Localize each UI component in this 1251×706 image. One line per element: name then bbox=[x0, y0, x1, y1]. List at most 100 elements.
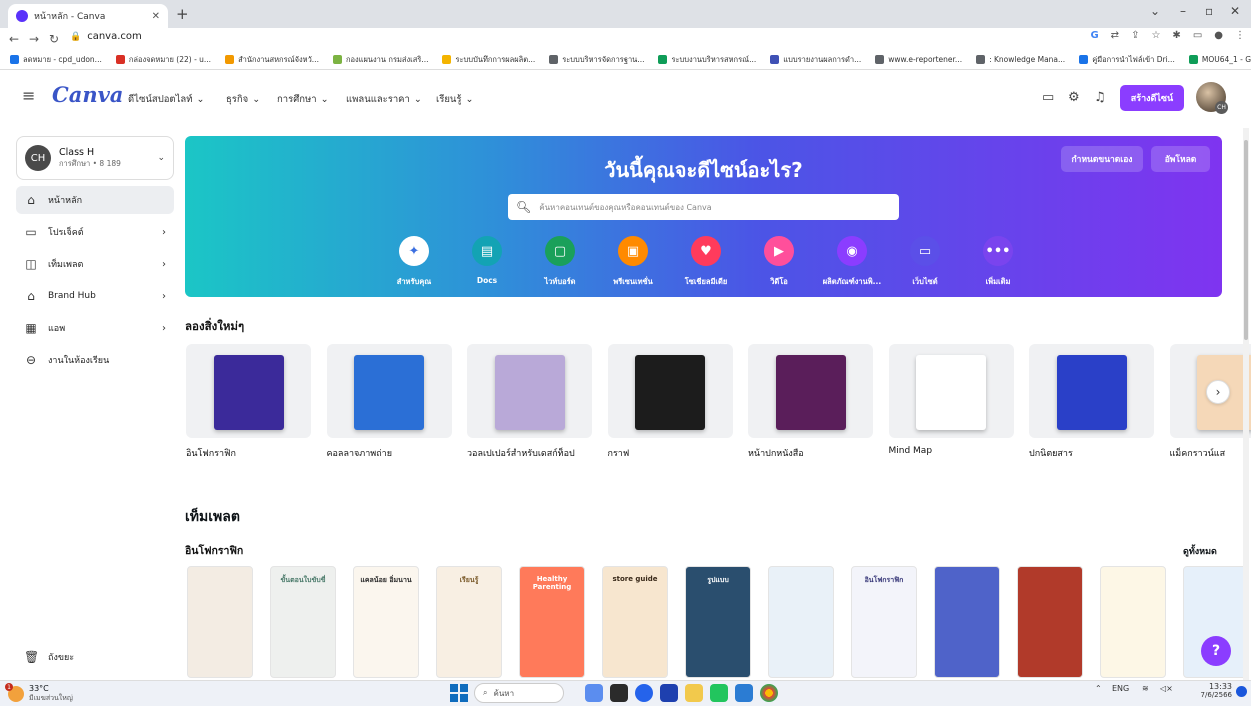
more-icon[interactable]: ⋮ bbox=[1235, 30, 1245, 41]
category-item[interactable]: ◉ ผลิตภัณฑ์งานพิ... bbox=[820, 236, 884, 288]
try-new-card[interactable] bbox=[888, 344, 1014, 438]
word-icon[interactable] bbox=[735, 684, 753, 702]
bookmark-item[interactable]: MOU64_1 - Google... bbox=[1188, 55, 1251, 64]
template-card[interactable] bbox=[1017, 566, 1083, 678]
template-card[interactable]: ขั้นตอนใบขับขี่ bbox=[270, 566, 336, 678]
sidebar-item-0[interactable]: ⌂ หน้าหลัก bbox=[16, 186, 174, 214]
menu-item-education[interactable]: การศึกษา ⌄ bbox=[277, 92, 329, 107]
bookmark-item[interactable]: www.e-reportener... bbox=[875, 55, 962, 64]
template-card[interactable] bbox=[187, 566, 253, 678]
bookmark-item[interactable]: : Knowledge Mana... bbox=[976, 55, 1065, 64]
notification-bell-icon[interactable]: ♫ bbox=[1094, 90, 1106, 105]
notification-icon[interactable] bbox=[1236, 686, 1247, 697]
bookmark-star-icon[interactable]: ☆ bbox=[1151, 30, 1160, 41]
menu-item-spotlight[interactable]: ดีไซน์สปอตไลท์ ⌄ bbox=[128, 92, 204, 107]
category-item[interactable]: ▶ วิดีโอ bbox=[747, 236, 811, 288]
wifi-icon[interactable]: ≋ bbox=[1142, 684, 1149, 693]
template-card[interactable] bbox=[768, 566, 834, 678]
share-icon[interactable]: ⇪ bbox=[1131, 30, 1139, 41]
chrome-icon[interactable] bbox=[760, 684, 778, 702]
category-item[interactable]: ▣ พรีเซนเทชั่น bbox=[601, 236, 665, 288]
google-icon[interactable]: G bbox=[1090, 30, 1098, 41]
minimize-icon[interactable]: – bbox=[1180, 4, 1186, 18]
restore-icon[interactable]: ▫ bbox=[1205, 4, 1213, 18]
design-search-input[interactable]: 🔍︎ ค้นหาคอนเทนต์ของคุณหรือคอนเทนต์ของ Ca… bbox=[508, 194, 899, 220]
try-new-card[interactable] bbox=[1029, 344, 1154, 438]
taskbar-search[interactable]: ⌕ ค้นหา bbox=[474, 683, 564, 703]
canva-logo[interactable]: Canva bbox=[52, 82, 123, 107]
close-window-icon[interactable]: ✕ bbox=[1230, 4, 1240, 18]
category-item[interactable]: ✦ สำหรับคุณ bbox=[382, 236, 446, 288]
category-item[interactable]: ▢ ไวท์บอร์ด bbox=[528, 236, 592, 288]
bookmark-item[interactable]: ระบบบริหารจัดการฐาน... bbox=[549, 54, 644, 66]
sidebar-item-4[interactable]: ▦ แอพ › bbox=[16, 314, 174, 342]
browser-tab[interactable]: หน้าหลัก - Canva ✕ bbox=[8, 4, 168, 28]
try-new-card[interactable] bbox=[748, 344, 873, 438]
try-new-card[interactable] bbox=[467, 344, 592, 438]
see-all-link[interactable]: ดูทั้งหมด bbox=[1183, 544, 1217, 558]
tab-close-icon[interactable]: ✕ bbox=[152, 11, 160, 22]
bookmark-item[interactable]: ลดหมาย - cpd_udon... bbox=[10, 54, 102, 66]
template-card[interactable]: อินโฟกราฟิก bbox=[851, 566, 917, 678]
account-switcher[interactable]: CH Class H การศึกษา • 8 189 ⌄ bbox=[16, 136, 174, 180]
template-card[interactable]: เรียนรู้ bbox=[436, 566, 502, 678]
file-explorer-icon[interactable] bbox=[585, 684, 603, 702]
language-indicator[interactable]: ENG bbox=[1112, 684, 1129, 693]
menu-icon[interactable]: ≡ bbox=[22, 86, 35, 105]
template-card[interactable] bbox=[934, 566, 1000, 678]
menu-item-learn[interactable]: เรียนรู้ ⌄ bbox=[436, 92, 473, 107]
desktop-app-icon[interactable]: ▭ bbox=[1042, 90, 1054, 105]
template-card[interactable]: store guide bbox=[602, 566, 668, 678]
category-item[interactable]: ▭ เว็บไซต์ bbox=[893, 236, 957, 288]
template-card[interactable]: Healthy Parenting bbox=[519, 566, 585, 678]
teams-icon[interactable] bbox=[635, 684, 653, 702]
bookmark-item[interactable]: กองแผนงาน กรมส่งเสริ... bbox=[332, 54, 428, 66]
tablet-app-icon[interactable] bbox=[610, 684, 628, 702]
sidepanel-icon[interactable]: ▭ bbox=[1193, 30, 1202, 41]
sidebar-item-2[interactable]: ◫ เท็มเพลต › bbox=[16, 250, 174, 278]
category-item[interactable]: ••• เพิ่มเติม bbox=[966, 236, 1030, 288]
translate-icon[interactable]: ⇄ bbox=[1111, 30, 1119, 41]
tab-search-chevron-icon[interactable]: ⌄ bbox=[1150, 4, 1160, 18]
mail-icon[interactable] bbox=[660, 684, 678, 702]
avatar[interactable]: CH bbox=[1196, 82, 1228, 114]
create-design-button[interactable]: สร้างดีไซน์ bbox=[1120, 85, 1184, 111]
bookmark-item[interactable]: คู่มือการนำไฟล์เข้า Dri... bbox=[1079, 54, 1175, 66]
bookmark-item[interactable]: สำนักงานสหกรณ์จังหวั... bbox=[225, 54, 319, 66]
line-icon[interactable] bbox=[710, 684, 728, 702]
profile-icon[interactable]: ● bbox=[1214, 30, 1223, 41]
tray-chevron-icon[interactable]: ⌃ bbox=[1095, 684, 1102, 693]
windows-start-icon[interactable] bbox=[450, 684, 468, 702]
try-new-card[interactable] bbox=[607, 344, 733, 438]
weather-widget[interactable]: 1 33°C มีเมฆส่วนใหญ่ bbox=[5, 683, 73, 704]
category-item[interactable]: ♥ โซเชียลมีเดีย bbox=[674, 236, 738, 288]
clock[interactable]: 13:33 7/6/2566 bbox=[1196, 682, 1232, 699]
folder-icon[interactable] bbox=[685, 684, 703, 702]
template-card[interactable]: รูปแบบ bbox=[685, 566, 751, 678]
sidebar-item-1[interactable]: ▭ โปรเจ็คต์ › bbox=[16, 218, 174, 246]
reload-icon[interactable]: ↻ bbox=[44, 32, 64, 46]
try-new-card[interactable] bbox=[326, 344, 452, 438]
template-card[interactable]: แคลน้อย อิ่มนาน bbox=[353, 566, 419, 678]
category-item[interactable]: ▤ Docs bbox=[455, 236, 519, 285]
carousel-next-icon[interactable]: › bbox=[1206, 380, 1230, 404]
bookmark-item[interactable]: ระบบบันทึกการผลผลิต... bbox=[442, 54, 535, 66]
bookmark-item[interactable]: กล่องจดหมาย (22) - u... bbox=[115, 54, 211, 66]
sidebar-item-3[interactable]: ⌂ Brand Hub › bbox=[16, 282, 174, 310]
menu-item-pricing[interactable]: แพลนและราคา ⌄ bbox=[346, 92, 422, 107]
url-field[interactable]: 🔒 canva.com bbox=[70, 31, 142, 42]
extensions-icon[interactable]: ✱ bbox=[1172, 30, 1180, 41]
sidebar-item-5[interactable]: ⊖ งานในห้องเรียน bbox=[16, 346, 174, 374]
back-icon[interactable]: ← bbox=[4, 32, 24, 46]
forward-icon[interactable]: → bbox=[24, 32, 44, 46]
try-new-card[interactable] bbox=[186, 344, 311, 438]
template-card[interactable] bbox=[1100, 566, 1166, 678]
menu-item-business[interactable]: ธุรกิจ ⌄ bbox=[226, 92, 260, 107]
sidebar-item-trash[interactable]: 🗑 ถังขยะ bbox=[16, 643, 174, 671]
settings-gear-icon[interactable]: ⚙ bbox=[1068, 90, 1080, 105]
new-tab-icon[interactable]: + bbox=[176, 5, 189, 23]
upload-button[interactable]: อัพโหลด bbox=[1151, 146, 1210, 172]
bookmark-item[interactable]: แบบรายงานผลการดำ... bbox=[770, 54, 861, 66]
help-button[interactable]: ? bbox=[1201, 636, 1231, 666]
volume-icon[interactable]: ◁× bbox=[1160, 684, 1173, 693]
